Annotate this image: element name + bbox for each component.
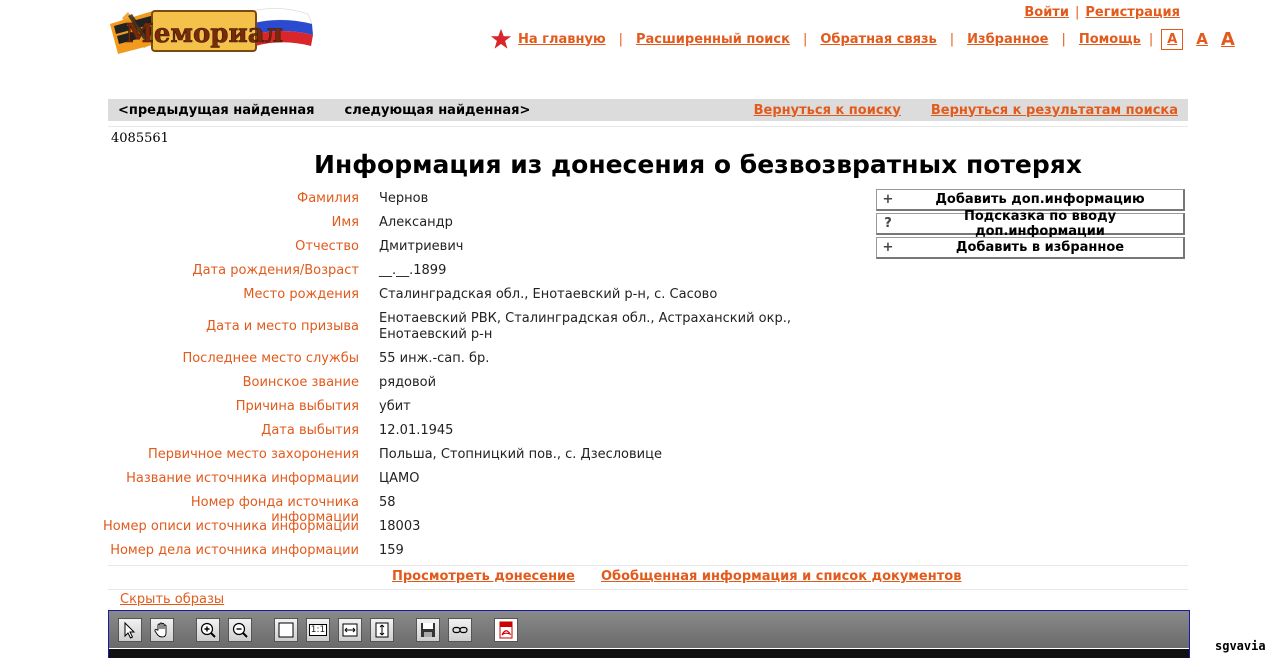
font-size-medium[interactable]: А <box>1196 30 1208 48</box>
add-to-favorites-button[interactable]: + Добавить в избранное <box>876 237 1185 259</box>
register-link[interactable]: Регистрация <box>1085 5 1180 20</box>
field-label: Первичное место захоронения <box>147 447 359 462</box>
field-value: Польша, Стопницкий пов., с. Дзесловице <box>379 447 662 462</box>
memorial-logo[interactable]: Мемориал <box>108 2 314 58</box>
summary-link[interactable]: Обобщенная информация и список документо… <box>601 569 961 584</box>
hide-images-link[interactable]: Скрыть образы <box>120 592 224 607</box>
field-value: __.__.1899 <box>379 263 447 278</box>
field-label: Причина выбытия <box>235 399 359 414</box>
field-value: 55 инж.-сап. бр. <box>379 351 490 366</box>
plus-icon: + <box>882 240 894 255</box>
back-to-results-link[interactable]: Вернуться к результатам поиска <box>931 103 1178 118</box>
nav-home-link[interactable]: На главную <box>518 32 606 47</box>
font-size-small[interactable]: А <box>1161 28 1184 50</box>
field-label: Дата рождения/Возраст <box>192 263 359 278</box>
field-value: 58 <box>379 495 396 510</box>
pdf-icon[interactable] <box>494 618 518 642</box>
plus-icon: + <box>882 192 894 207</box>
watermark: sgvavia <box>1215 639 1266 653</box>
field-value: Сталинградская обл., Енотаевский р-н, с.… <box>379 287 718 302</box>
field-label: Номер дела источника информации <box>110 543 359 558</box>
document-viewer: 1:1 <box>108 610 1190 658</box>
field-value: Чернов <box>379 191 429 206</box>
divider <box>108 126 1188 127</box>
link-icon[interactable] <box>448 618 472 642</box>
nav-feedback-link[interactable]: Обратная связь <box>820 32 936 47</box>
field-value: 12.01.1945 <box>379 423 454 438</box>
fit-width-icon[interactable] <box>338 618 362 642</box>
pointer-icon[interactable] <box>118 618 142 642</box>
field-value: убит <box>379 399 411 414</box>
field-value: Енотаевский РВК, Сталинградская обл., Ас… <box>379 311 791 342</box>
field-label: Дата и место призыва <box>206 319 359 334</box>
back-to-search-link[interactable]: Вернуться к поиску <box>754 103 901 118</box>
zoom-in-icon[interactable] <box>196 618 220 642</box>
record-id: 4085561 <box>111 131 169 146</box>
field-value: Дмитриевич <box>379 239 464 254</box>
field-label: Номер описи источника информации <box>102 519 359 534</box>
bottom-links: Просмотреть донесение Обобщенная информа… <box>392 569 961 584</box>
next-found-link[interactable]: следующая найденная> <box>345 103 531 118</box>
field-value: рядовой <box>379 375 437 390</box>
login-link[interactable]: Войти <box>1024 5 1069 20</box>
fit-page-icon[interactable] <box>274 618 298 642</box>
question-icon: ? <box>884 216 892 231</box>
field-label: Дата выбытия <box>261 423 359 438</box>
view-report-link[interactable]: Просмотреть донесение <box>392 569 575 584</box>
results-navbar: <предыдущая найденная следующая найденна… <box>108 99 1188 121</box>
field-value: ЦАМО <box>379 471 420 486</box>
nav-advanced-search-link[interactable]: Расширенный поиск <box>636 32 790 47</box>
field-value: 18003 <box>379 519 421 534</box>
nav-help-link[interactable]: Помощь <box>1079 32 1141 47</box>
font-size-large[interactable]: А <box>1221 29 1235 50</box>
fit-height-icon[interactable] <box>370 618 394 642</box>
star-icon <box>490 28 512 49</box>
page-title: Информация из донесения о безвозвратных … <box>314 150 1082 179</box>
main-nav: На главную | Расширенный поиск | Обратна… <box>490 26 1235 52</box>
field-value: Александр <box>379 215 453 230</box>
auth-links: Войти | Регистрация <box>1024 5 1180 20</box>
nav-favorites-link[interactable]: Избранное <box>967 32 1048 47</box>
field-label: Имя <box>331 215 359 230</box>
viewer-toolbar: 1:1 <box>109 611 1189 648</box>
font-size-switcher: А А А <box>1161 28 1235 50</box>
field-label: Отчество <box>295 239 359 254</box>
save-icon[interactable] <box>416 618 440 642</box>
field-label: Название источника информации <box>126 471 359 486</box>
divider <box>108 589 1188 590</box>
hand-icon[interactable] <box>150 618 174 642</box>
divider <box>108 565 1188 566</box>
zoom-out-icon[interactable] <box>228 618 252 642</box>
field-label: Последнее место службы <box>182 351 359 366</box>
field-label: Место рождения <box>243 287 359 302</box>
info-hint-button[interactable]: ? Подсказка по вводу доп.информации <box>876 209 1185 239</box>
actual-size-icon[interactable]: 1:1 <box>306 618 330 642</box>
logo-text: Мемориал <box>125 19 283 49</box>
field-label: Воинское звание <box>242 375 359 390</box>
field-label: Фамилия <box>297 191 359 206</box>
prev-found-link[interactable]: <предыдущая найденная <box>118 103 315 118</box>
field-value: 159 <box>379 543 404 558</box>
